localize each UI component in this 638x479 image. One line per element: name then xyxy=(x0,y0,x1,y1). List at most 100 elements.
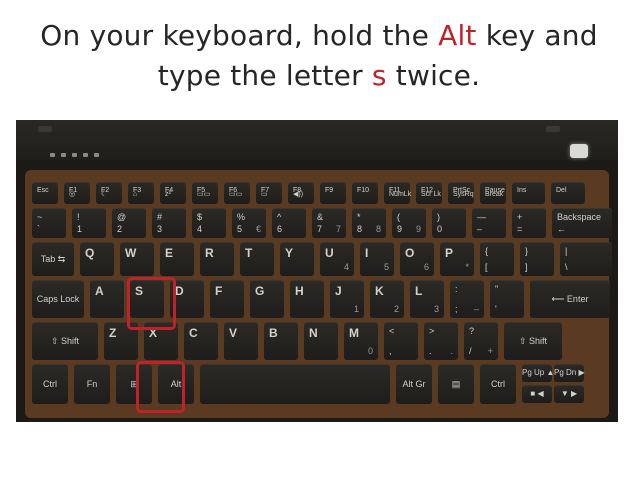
key-label: NumLk xyxy=(389,191,412,198)
status-leds xyxy=(50,153,99,157)
qwerty-key-row: Tab ⇆ Q W E R T Y U 4 I 5 O 6 P *{[}] | \ xyxy=(32,242,612,276)
key-label: D xyxy=(175,284,184,298)
key-label: ( xyxy=(397,212,400,222)
key-label: Ctrl xyxy=(43,379,57,389)
key-r: R xyxy=(200,242,234,276)
key-label: ⌂ xyxy=(133,191,138,198)
key-backspace: Backspace ← xyxy=(552,208,612,238)
key-label: ` xyxy=(37,224,40,234)
key-capslock: Caps Lock xyxy=(32,280,84,318)
speaker-grille xyxy=(38,126,52,132)
key-label: } xyxy=(525,246,529,256)
key-label: = xyxy=(517,224,523,234)
key-j: J1 xyxy=(330,280,364,318)
key-label: R xyxy=(205,246,214,260)
key-m: M0 xyxy=(344,322,378,360)
key-label: 3 xyxy=(157,224,163,234)
key-a: A xyxy=(90,280,124,318)
key-k: K2 xyxy=(370,280,404,318)
key-period: >.. xyxy=(424,322,458,360)
key-label: 4 xyxy=(197,224,203,234)
key-tab: Tab ⇆ xyxy=(32,242,74,276)
key-label: Ctrl xyxy=(491,379,505,389)
key-del: Del xyxy=(551,182,585,204)
key-altgr: Alt Gr xyxy=(396,364,432,404)
key-label: ■ ◀ xyxy=(530,389,544,398)
alt-key-highlight-text: Alt xyxy=(438,19,477,52)
key-label: ~ xyxy=(37,212,43,222)
key-label: Ins xyxy=(517,187,527,194)
key-lbracket: {[ xyxy=(480,242,514,276)
key-label: 0 xyxy=(367,346,373,356)
key-esc: Esc xyxy=(32,182,58,204)
key-label: % xyxy=(237,212,246,222)
key-g: G xyxy=(250,280,284,318)
key-k8: * 8 8 xyxy=(352,208,386,238)
key-b: B xyxy=(264,322,298,360)
key-label: Pg Dn ▶ xyxy=(554,368,585,377)
key-c: C xyxy=(184,322,218,360)
key-prtsc: PrtSc SysRq xyxy=(448,182,474,204)
key-ins: Ins xyxy=(512,182,545,204)
bottom-key-row: Ctrl Fn ⊞ Alt Alt Gr ▤ Ctrl Pg Up ▲ ◀ Pg Dn ▶ ■ ◀… xyxy=(32,364,586,404)
key-label: I xyxy=(365,246,369,260)
key-y: Y xyxy=(280,242,314,276)
key-label: Z xyxy=(109,326,117,340)
key-f11: F11 NumLk xyxy=(384,182,412,204)
key-f10: F10 xyxy=(352,182,378,204)
key-label: Fn xyxy=(86,379,98,389)
key-label: — xyxy=(477,212,486,222)
key-rctrl: Ctrl xyxy=(480,364,516,404)
key-f1: F1 ◎ xyxy=(64,182,90,204)
key-label: Caps Lock xyxy=(36,294,80,304)
key-i: I5 xyxy=(360,242,394,276)
key-label: H xyxy=(295,284,304,298)
key-label: B xyxy=(269,326,278,340)
key-label: P xyxy=(445,246,454,260)
key-label: – xyxy=(477,224,483,234)
key-label: # xyxy=(157,212,163,222)
instruction-text: twice. xyxy=(386,59,481,92)
key-label: 5 xyxy=(237,224,243,234)
key-e: E xyxy=(160,242,194,276)
key-f7: F7 ▭ xyxy=(256,182,282,204)
speaker-grille xyxy=(546,126,560,132)
key-rshift: ⇧ Shift xyxy=(504,322,562,360)
key-label: ⟵ Enter xyxy=(551,294,589,304)
arrow-key-cluster: Pg Up ▲ ◀ Pg Dn ▶ ■ ◀ ▼ ▶ xyxy=(522,364,586,404)
key-label: € xyxy=(255,224,261,234)
key-label: : xyxy=(455,284,458,294)
key-label: / xyxy=(469,346,472,356)
key-k3: #3 xyxy=(152,208,186,238)
key-label: ▭ xyxy=(261,191,268,198)
key-f5: F5 ▭▭ xyxy=(192,182,218,204)
key-label: ▤ xyxy=(451,379,461,389)
key-f6: F6 ▭▭ xyxy=(224,182,250,204)
key-label: Scr Lk xyxy=(421,191,441,198)
key-p: P * xyxy=(440,242,474,276)
key-end: ▼ ▶ xyxy=(554,385,584,403)
key-label: 7 xyxy=(317,224,323,234)
key-q: Q xyxy=(80,242,114,276)
key-k1: ! 1 xyxy=(72,208,106,238)
keyboard-photo: Esc F1 ◎ F2 ☾ F3 ⌂ F4 z² F5 ▭▭ F6 ▭▭ F7 ▭ F8 ◀)) F9 F10 F11… xyxy=(16,120,618,422)
key-label: ← xyxy=(557,224,566,234)
key-quote: " ' xyxy=(490,280,524,318)
key-minus: — – xyxy=(472,208,506,238)
key-enter: ⟵ Enter xyxy=(530,280,610,318)
key-label: A xyxy=(95,284,104,298)
key-label: [ xyxy=(485,262,488,272)
key-h: H xyxy=(290,280,324,318)
key-l: L3 xyxy=(410,280,444,318)
key-label: > xyxy=(429,326,435,336)
key-label: 9 xyxy=(397,224,403,234)
key-u: U4 xyxy=(320,242,354,276)
key-label: < xyxy=(389,326,395,336)
key-pgup: Pg Up ▲ ◀ xyxy=(522,364,563,382)
shift-key-row: ⇧ Shift Z X C V B N M 0 <, >..? / + ⇧ Shift xyxy=(32,322,562,360)
key-rbracket: }] xyxy=(520,242,554,276)
key-label: Tab ⇆ xyxy=(40,254,66,264)
key-label: " xyxy=(495,284,499,294)
key-space xyxy=(200,364,390,404)
key-k0: ) 0 xyxy=(432,208,466,238)
